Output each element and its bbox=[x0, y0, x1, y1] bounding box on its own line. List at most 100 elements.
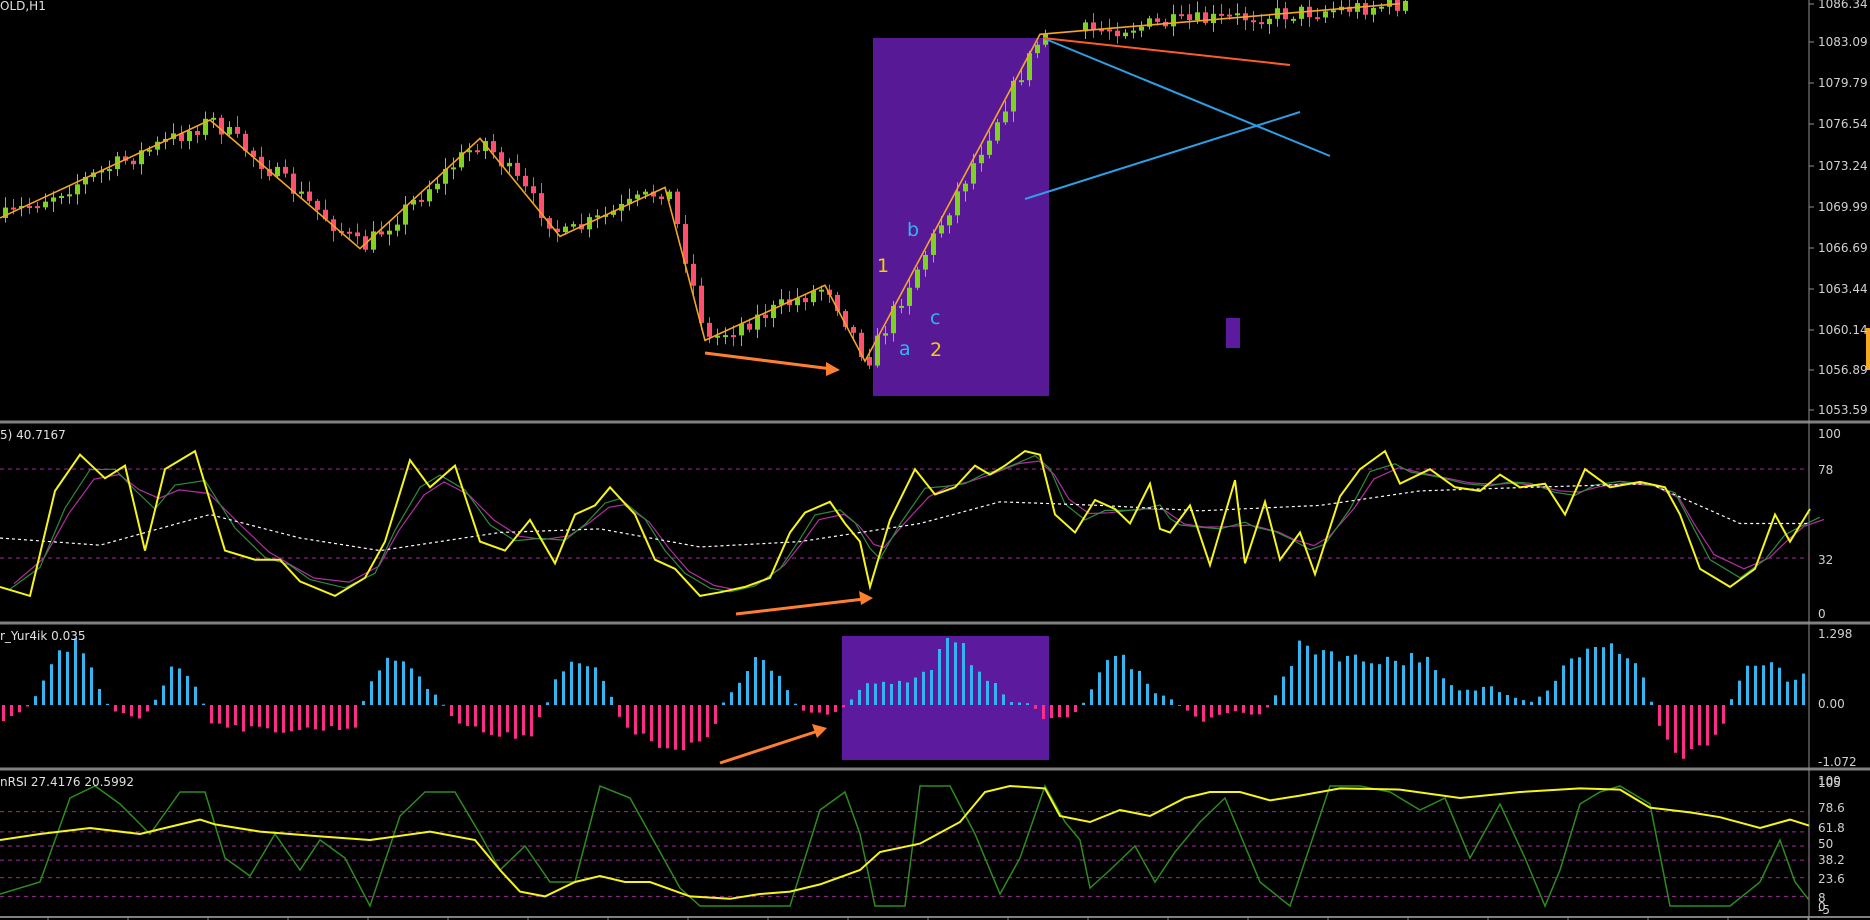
candle-body bbox=[131, 160, 136, 165]
histogram-bar bbox=[322, 705, 325, 731]
stoch-axis-100: 100 bbox=[1818, 427, 1841, 441]
candle-body bbox=[963, 183, 968, 192]
histogram-bar bbox=[866, 683, 869, 705]
histogram-bar bbox=[1794, 679, 1797, 705]
candle-body bbox=[1235, 13, 1240, 16]
histogram-bar bbox=[1466, 689, 1469, 705]
histogram-bar bbox=[994, 682, 997, 705]
histogram-bar bbox=[1418, 662, 1421, 705]
candle-body bbox=[1131, 30, 1136, 33]
histogram-bar bbox=[434, 694, 437, 705]
histogram-bar bbox=[1018, 702, 1021, 705]
histogram-bar bbox=[1682, 705, 1685, 759]
histogram-bar bbox=[770, 670, 773, 705]
histogram-bar bbox=[26, 705, 29, 707]
histogram-bar bbox=[706, 705, 709, 738]
candle-body bbox=[35, 206, 40, 209]
histogram-bar bbox=[98, 688, 101, 705]
candle-body bbox=[675, 191, 680, 225]
histogram-bar bbox=[1314, 654, 1317, 705]
histogram-bar bbox=[986, 680, 989, 705]
candle-body bbox=[1259, 22, 1264, 25]
candle-body bbox=[387, 230, 392, 235]
histogram-bar bbox=[106, 703, 109, 705]
histogram-bar bbox=[746, 671, 749, 705]
candle-body bbox=[819, 289, 824, 292]
histogram-bar bbox=[1770, 662, 1773, 705]
histogram-bar bbox=[890, 683, 893, 705]
histogram-bar bbox=[1522, 700, 1525, 705]
histogram-bar bbox=[1090, 689, 1093, 705]
candle-body bbox=[763, 314, 768, 319]
candle-body bbox=[1171, 14, 1176, 27]
candle-body bbox=[1363, 3, 1368, 15]
histogram-bar bbox=[138, 705, 141, 719]
candle-body bbox=[747, 323, 752, 330]
histogram-bar bbox=[114, 705, 117, 712]
histogram-bar bbox=[658, 705, 661, 748]
histogram-bar bbox=[34, 696, 37, 705]
candle-body bbox=[1267, 18, 1272, 25]
histogram-bar bbox=[1378, 664, 1381, 705]
histogram-bar bbox=[1514, 697, 1517, 705]
histogram-bar bbox=[898, 680, 901, 705]
histogram-bar bbox=[1298, 640, 1301, 705]
histogram-bar bbox=[226, 705, 229, 728]
histogram-bar bbox=[306, 705, 309, 728]
candle-body bbox=[571, 224, 576, 227]
histogram-bar bbox=[1594, 646, 1597, 705]
histogram-bar bbox=[1154, 693, 1157, 705]
histogram-bar bbox=[82, 653, 85, 705]
symbol-label: OLD,H1 bbox=[0, 0, 46, 13]
histogram-bar bbox=[1738, 680, 1741, 705]
histogram-bar bbox=[162, 685, 165, 705]
histogram-bar bbox=[90, 667, 93, 705]
histogram-bar bbox=[402, 661, 405, 705]
histogram-bar bbox=[386, 657, 389, 705]
histogram-bar bbox=[1706, 705, 1709, 746]
histogram-bar bbox=[1618, 653, 1621, 705]
histogram-bar bbox=[362, 701, 365, 705]
histogram-bar bbox=[1234, 705, 1237, 712]
rsi-header: nRSI 27.4176 20.5992 bbox=[0, 775, 134, 789]
histogram-bar bbox=[666, 705, 669, 749]
candle-body bbox=[1195, 12, 1200, 21]
histogram-bar bbox=[1714, 705, 1717, 735]
histogram-bar bbox=[1290, 666, 1293, 705]
histogram-bar bbox=[730, 692, 733, 705]
price-axis-label: 1069.99 bbox=[1818, 200, 1868, 214]
candle-body bbox=[1379, 6, 1384, 9]
histogram-bar bbox=[74, 638, 77, 705]
histogram-bar bbox=[1114, 655, 1117, 705]
rsi-axis-786: 78.6 bbox=[1818, 801, 1845, 815]
histogram-bar bbox=[1666, 705, 1669, 740]
wave-label-1: 1 bbox=[877, 255, 889, 277]
histogram-bar bbox=[970, 665, 973, 705]
histogram-bar bbox=[602, 680, 605, 705]
trading-chart: 1 2 a b c OLD,H1 1086.34 1083.09 1079.79 10… bbox=[0, 0, 1870, 920]
histogram-bar bbox=[338, 705, 341, 730]
histogram-bar bbox=[874, 683, 877, 705]
candle-body bbox=[643, 191, 648, 195]
candle-body bbox=[283, 166, 288, 174]
candle-body bbox=[355, 232, 360, 237]
histogram-bar bbox=[1762, 665, 1765, 705]
histogram-bar bbox=[1474, 690, 1477, 705]
histogram-bar bbox=[1642, 677, 1645, 705]
histogram-bar bbox=[178, 668, 181, 705]
histogram-bar bbox=[1026, 703, 1029, 705]
histogram-bar bbox=[450, 705, 453, 717]
histogram-bar bbox=[482, 705, 485, 733]
histogram-bar bbox=[1746, 665, 1749, 705]
histogram-bar bbox=[66, 651, 69, 705]
histogram-bar bbox=[1802, 673, 1805, 705]
candle-body bbox=[51, 197, 56, 202]
histogram-bar bbox=[490, 705, 493, 735]
histogram-bar bbox=[18, 705, 21, 713]
histogram-bar bbox=[1450, 685, 1453, 705]
candle-body bbox=[771, 304, 776, 319]
histogram-bar bbox=[1778, 667, 1781, 705]
histogram-bar bbox=[1610, 643, 1613, 705]
histogram-bar bbox=[1698, 705, 1701, 746]
histogram-bar bbox=[1082, 702, 1085, 705]
